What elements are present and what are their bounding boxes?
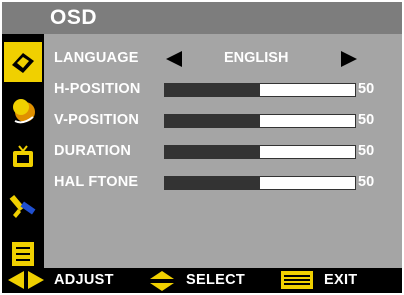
v-position-label: V-POSITION — [54, 112, 139, 128]
sidebar-item-picture[interactable] — [4, 42, 42, 82]
tv-icon — [13, 145, 33, 167]
duration-slider[interactable] — [164, 145, 356, 159]
select-hint: SELECT — [186, 272, 245, 288]
h-position-slider[interactable] — [164, 83, 356, 97]
left-arrow-icon[interactable] — [166, 51, 182, 67]
h-position-value: 50 — [358, 81, 375, 97]
duration-value: 50 — [358, 143, 375, 159]
halftone-value: 50 — [358, 174, 375, 190]
language-row[interactable]: LANGUAGE ENGLISH — [44, 47, 402, 71]
h-position-label: H-POSITION — [54, 81, 141, 97]
duration-label: DURATION — [54, 143, 132, 159]
menu-icon — [281, 271, 313, 289]
halftone-slider-fill — [165, 177, 260, 189]
exit-hint: EXIT — [324, 272, 358, 288]
sidebar-item-setup[interactable] — [4, 186, 42, 226]
settings-panel: LANGUAGE ENGLISH H-POSITION 50 V-POSITIO… — [44, 34, 402, 268]
left-right-arrows-icon — [8, 271, 44, 289]
v-position-row[interactable]: V-POSITION 50 — [44, 109, 402, 133]
v-position-value: 50 — [358, 112, 375, 128]
duration-slider-fill — [165, 146, 260, 158]
adjust-hint: ADJUST — [54, 272, 114, 288]
h-position-row[interactable]: H-POSITION 50 — [44, 78, 402, 102]
title-bar: OSD — [2, 2, 402, 34]
language-label: LANGUAGE — [54, 50, 139, 66]
osd-window: OSD LANGUAGE ENGLISH H-POSITION 50 V-POS… — [2, 2, 402, 293]
sidebar-item-tv[interactable] — [4, 138, 42, 178]
halftone-slider[interactable] — [164, 176, 356, 190]
osd-title: OSD — [50, 6, 98, 29]
sidebar-item-color[interactable] — [4, 90, 42, 130]
hint-bar: ADJUST SELECT EXIT — [2, 268, 402, 293]
v-position-slider-fill — [165, 115, 260, 127]
halftone-label: HAL FTONE — [54, 174, 139, 190]
language-value: ENGLISH — [224, 50, 289, 66]
up-down-arrows-icon — [150, 271, 174, 291]
menu-list-icon — [12, 242, 34, 266]
wrench-icon — [9, 194, 36, 218]
picture-icon — [12, 53, 34, 73]
duration-row[interactable]: DURATION 50 — [44, 140, 402, 164]
halftone-row[interactable]: HAL FTONE 50 — [44, 171, 402, 195]
right-arrow-icon[interactable] — [341, 51, 357, 67]
sidebar — [2, 34, 44, 268]
h-position-slider-fill — [165, 84, 260, 96]
v-position-slider[interactable] — [164, 114, 356, 128]
color-icon — [13, 99, 35, 124]
